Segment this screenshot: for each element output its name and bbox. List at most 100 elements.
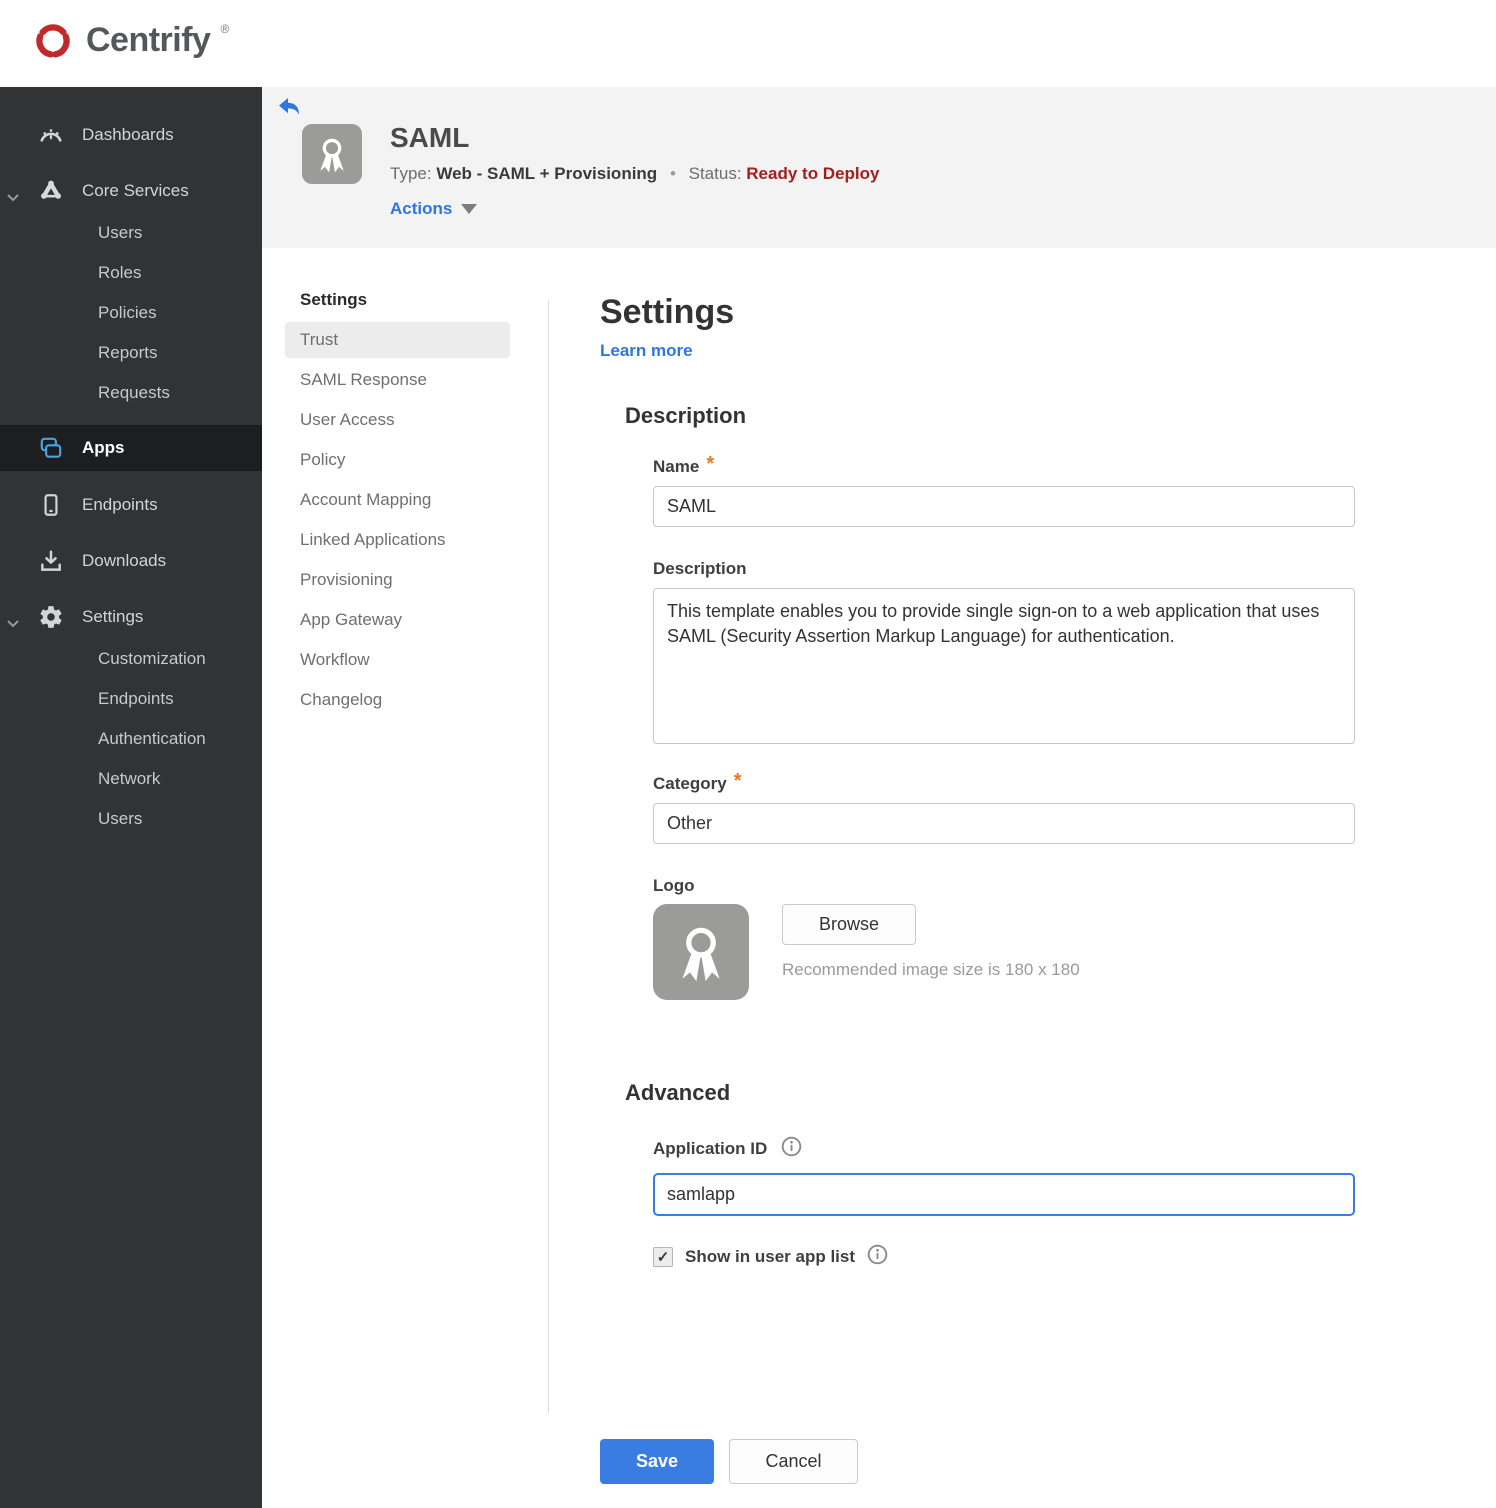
app-header: SAML Type: Web - SAML + Provisioning • S… (262, 87, 1496, 248)
app-settings-subnav: Settings Trust SAML Response User Access… (285, 290, 510, 722)
sidebar-item-label: Endpoints (82, 495, 158, 514)
show-in-app-list-row: ✓ Show in user app list (653, 1244, 1356, 1270)
sidebar-subitem-label: Authentication (98, 729, 206, 748)
info-icon[interactable] (781, 1136, 802, 1162)
sidebar-subitem-label: Users (98, 223, 143, 242)
sidebar-item-core-services[interactable]: Core Services (0, 169, 262, 213)
sidebar-item-roles[interactable]: Roles (0, 253, 262, 293)
sidebar-subitem-label: Roles (98, 263, 142, 282)
subnav-item-saml-response[interactable]: SAML Response (285, 362, 510, 398)
sidebar-subitem-label: Reports (98, 343, 158, 362)
sidebar-item-authentication[interactable]: Authentication (0, 719, 262, 759)
app-logo-icon (302, 124, 362, 184)
browse-button[interactable]: Browse (782, 904, 916, 945)
subnav-item-workflow[interactable]: Workflow (285, 642, 510, 678)
sidebar-item-dashboards[interactable]: Dashboards (0, 113, 262, 157)
learn-more-link[interactable]: Learn more (600, 341, 693, 361)
save-button[interactable]: Save (600, 1439, 714, 1484)
info-icon[interactable] (867, 1244, 888, 1270)
device-icon (36, 492, 66, 518)
subnav-item-app-gateway[interactable]: App Gateway (285, 602, 510, 638)
centrify-admin-page: Centrify ® Dashboards Core Services User… (0, 0, 1496, 1508)
settings-subitems: Customization Endpoints Authentication N… (0, 639, 262, 839)
centrify-logo-icon (30, 18, 76, 69)
sidebar-subitem-label: Requests (98, 383, 170, 402)
logo-row: Browse Recommended image size is 180 x 1… (653, 904, 1356, 1000)
description-label-row: Description (653, 559, 1356, 579)
sidebar-item-reports[interactable]: Reports (0, 333, 262, 373)
sidebar-subitem-label: Endpoints (98, 689, 174, 708)
form-footer: Save Cancel (600, 1439, 858, 1484)
category-field[interactable] (653, 803, 1355, 844)
sidebar-item-label: Apps (82, 438, 125, 457)
sidebar-item-customization[interactable]: Customization (0, 639, 262, 679)
brand-registered-mark: ® (220, 22, 230, 36)
sidebar-item-settings[interactable]: Settings (0, 595, 262, 639)
type-value: Web - SAML + Provisioning (436, 164, 658, 183)
subnav-item-linked-applications[interactable]: Linked Applications (285, 522, 510, 558)
page-title: SAML (390, 122, 470, 153)
actions-dropdown[interactable]: Actions (390, 199, 478, 219)
app-meta: Type: Web - SAML + Provisioning • Status… (390, 164, 879, 184)
status-label: Status: (688, 164, 742, 183)
advanced-fields: Application ID ✓ Show in user app l (653, 1136, 1356, 1270)
app-header-text: SAML Type: Web - SAML + Provisioning • S… (390, 122, 879, 184)
sidebar-subitem-label: Policies (98, 303, 157, 322)
sidebar-item-users[interactable]: Users (0, 213, 262, 253)
sidebar-item-policies[interactable]: Policies (0, 293, 262, 333)
sidebar-subitem-label: Network (98, 769, 161, 788)
actions-label: Actions (390, 199, 453, 218)
advanced-section-heading: Advanced (625, 1080, 731, 1105)
settings-form: Settings Learn more Description Name * D… (600, 248, 1356, 1270)
sidebar-item-settings-endpoints[interactable]: Endpoints (0, 679, 262, 719)
logo-label-row: Logo (653, 876, 1356, 896)
content-area: SAML Type: Web - SAML + Provisioning • S… (262, 87, 1496, 1508)
name-label-row: Name * (653, 453, 1356, 477)
subnav-item-account-mapping[interactable]: Account Mapping (285, 482, 510, 518)
back-arrow-icon[interactable] (278, 97, 300, 121)
application-id-field[interactable] (653, 1173, 1355, 1216)
name-field[interactable] (653, 486, 1355, 527)
logo-label: Logo (653, 876, 695, 895)
caret-down-icon (461, 204, 478, 214)
sidebar-item-settings-users[interactable]: Users (0, 799, 262, 839)
sidebar-subitem-label: Users (98, 809, 143, 828)
application-id-label-row: Application ID (653, 1136, 1356, 1162)
cancel-button[interactable]: Cancel (729, 1439, 858, 1484)
application-id-label: Application ID (653, 1139, 768, 1158)
sidebar-item-endpoints[interactable]: Endpoints (0, 483, 262, 527)
sidebar-item-requests[interactable]: Requests (0, 373, 262, 413)
required-marker: * (733, 769, 742, 792)
sidebar-item-label: Dashboards (82, 125, 174, 144)
sidebar-item-network[interactable]: Network (0, 759, 262, 799)
description-label: Description (653, 559, 747, 578)
top-bar: Centrify ® (0, 0, 1496, 87)
apps-icon (36, 435, 66, 461)
show-in-app-list-checkbox[interactable]: ✓ (653, 1247, 673, 1267)
centrify-brand: Centrify ® (30, 18, 229, 69)
section-page-title: Settings (600, 293, 735, 331)
status-badge: Ready to Deploy (746, 164, 880, 183)
core-services-subitems: Users Roles Policies Reports Requests (0, 213, 262, 413)
gauge-icon (36, 122, 66, 148)
chevron-down-icon (7, 187, 19, 207)
subnav-item-user-access[interactable]: User Access (285, 402, 510, 438)
logo-size-hint: Recommended image size is 180 x 180 (782, 960, 1080, 979)
category-label: Category (653, 774, 727, 793)
name-label: Name (653, 457, 700, 476)
subnav-item-trust[interactable]: Trust (285, 322, 510, 358)
subnav-item-changelog[interactable]: Changelog (285, 682, 510, 718)
download-icon (36, 548, 66, 574)
gear-icon (36, 604, 66, 630)
type-label: Type: (390, 164, 432, 183)
sidebar-item-apps[interactable]: Apps (0, 425, 262, 471)
description-field[interactable]: This template enables you to provide sin… (653, 588, 1355, 744)
sidebar-item-downloads[interactable]: Downloads (0, 539, 262, 583)
description-section-heading: Description (625, 403, 747, 428)
vertical-divider (548, 300, 549, 1413)
sidebar-item-label: Settings (82, 607, 144, 626)
subnav-item-provisioning[interactable]: Provisioning (285, 562, 510, 598)
subnav-item-policy[interactable]: Policy (285, 442, 510, 478)
sidebar-subitem-label: Customization (98, 649, 206, 668)
required-marker: * (706, 452, 715, 475)
